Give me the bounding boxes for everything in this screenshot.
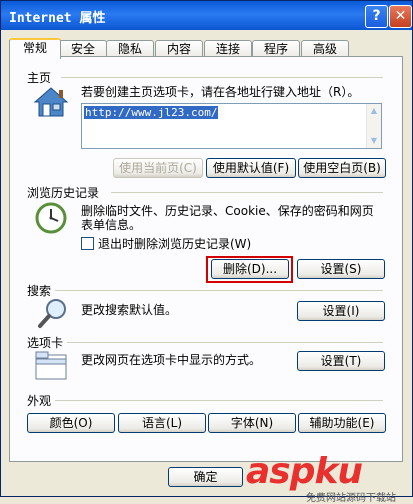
tab-privacy[interactable]: 隐私 [106, 40, 154, 57]
home-url-textarea[interactable]: http://www.jl23.com/ ▲ ▼ [81, 103, 382, 149]
url-scrollbar[interactable]: ▲ ▼ [366, 104, 381, 148]
use-default-button[interactable]: 使用默认值(F) [206, 158, 296, 178]
tab-programs[interactable]: 程序 [252, 40, 300, 57]
home-url-value[interactable]: http://www.jl23.com/ [84, 106, 219, 119]
accessibility-button[interactable]: 辅助功能(E) [298, 413, 386, 433]
magnifier-search-icon [37, 297, 69, 332]
delete-on-exit-checkbox[interactable] [81, 237, 94, 250]
home-description: 若要创建主页选项卡，请在各地址行键入地址（R）。 [81, 85, 360, 99]
tabs-description: 更改网页在选项卡中显示的方式。 [81, 353, 262, 367]
history-description-line2: 表单信息。 [81, 218, 142, 232]
delete-button-highlight [206, 256, 293, 283]
tabs-divider [67, 342, 383, 343]
history-settings-button[interactable]: 设置(S) [297, 259, 385, 279]
home-divider [61, 77, 383, 78]
clock-history-icon [34, 201, 68, 238]
help-button[interactable]: ? [365, 5, 388, 28]
appearance-section-label: 外观 [27, 394, 52, 408]
tab-security[interactable]: 安全 [59, 40, 107, 57]
languages-button[interactable]: 语言(L) [118, 413, 206, 433]
tabbed-window-icon [35, 351, 67, 384]
search-description: 更改搜索默认值。 [81, 303, 178, 317]
aspku-watermark: aspku 免费网站源码下载站 [246, 451, 396, 504]
tab-content[interactable]: 内容 [155, 40, 203, 57]
use-current-button[interactable]: 使用当前页(C) [113, 158, 203, 178]
home-house-icon [33, 86, 69, 121]
ok-button[interactable]: 确定 [168, 467, 243, 487]
tab-advanced[interactable]: 高级 [301, 40, 349, 57]
tab-general[interactable]: 常规 [9, 38, 61, 59]
use-blank-button[interactable]: 使用空白页(B) [298, 158, 386, 178]
tab-connections[interactable]: 连接 [204, 40, 252, 57]
title-bar[interactable]: Internet 属性 ? ✕ [1, 1, 412, 30]
window-title: Internet 属性 [9, 11, 106, 26]
history-section-label: 浏览历史记录 [27, 186, 100, 200]
scroll-up-icon[interactable]: ▲ [369, 106, 379, 116]
scroll-down-icon[interactable]: ▼ [369, 136, 379, 146]
internet-properties-dialog: Internet 属性 ? ✕ 常规 安全 隐私 内容 连接 程序 高级 主页 … [0, 0, 413, 504]
search-settings-button[interactable]: 设置(I) [297, 301, 385, 321]
appearance-divider [55, 400, 383, 401]
colors-button[interactable]: 颜色(O) [27, 413, 115, 433]
close-button[interactable]: ✕ [389, 5, 412, 28]
watermark-brand: aspku [246, 451, 363, 492]
search-divider [55, 290, 383, 291]
home-section-label: 主页 [27, 71, 52, 85]
delete-on-exit-label[interactable]: 退出时删除浏览历史记录(W) [98, 237, 251, 251]
history-divider [111, 192, 383, 193]
tabs-section-label: 选项卡 [27, 336, 64, 350]
tabs-settings-button[interactable]: 设置(T) [297, 351, 385, 371]
fonts-button[interactable]: 字体(N) [208, 413, 296, 433]
history-description-line1: 删除临时文件、历史记录、Cookie、保存的密码和网页 [81, 204, 374, 218]
